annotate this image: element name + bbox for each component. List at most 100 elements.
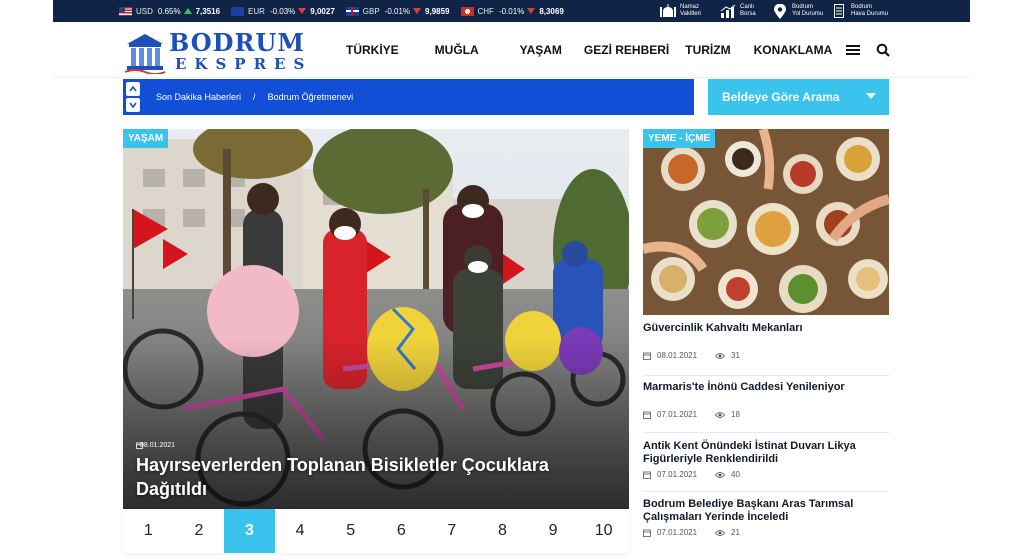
eye-icon bbox=[715, 411, 726, 418]
site-logo[interactable]: BODRUM EKSPRES bbox=[123, 28, 318, 76]
news-views: 40 bbox=[731, 470, 740, 479]
nav-item-yasam[interactable]: YAŞAM bbox=[520, 43, 562, 57]
prayer-times-link[interactable]: Namaz Vakitleri bbox=[660, 0, 701, 22]
breadcrumb-item[interactable]: Bodrum Öğretmenevi bbox=[268, 92, 354, 102]
ticker-percent: -0.01% bbox=[384, 6, 411, 16]
main-nav: TÜRKİYE MUĞLA YAŞAM GEZİ REHBERİ TURİZM … bbox=[346, 22, 832, 78]
side-news-item[interactable]: Bodrum Belediye Başkanı Aras Tarımsal Ça… bbox=[643, 498, 889, 546]
ticker-chf[interactable]: CHF -0.01% 8,3069 bbox=[460, 6, 564, 16]
eye-icon bbox=[715, 529, 726, 536]
chevron-up-icon[interactable] bbox=[126, 82, 140, 96]
eu-flag-icon bbox=[231, 6, 245, 16]
util-label: Bodrum bbox=[792, 4, 814, 10]
side-news-item[interactable]: Güvercinlik Kahvaltı Mekanları 08.01.202… bbox=[643, 322, 889, 376]
eye-icon bbox=[715, 352, 726, 359]
menu-icon[interactable] bbox=[844, 41, 862, 59]
news-views: 21 bbox=[731, 528, 740, 537]
chevron-down-icon[interactable] bbox=[126, 98, 140, 112]
region-search-dropdown[interactable]: Beldeye Göre Arama bbox=[708, 79, 889, 115]
page-button-9[interactable]: 9 bbox=[528, 509, 579, 553]
logo-emblem-icon bbox=[124, 34, 166, 74]
util-label: Vakitleri bbox=[680, 11, 701, 17]
hero-title[interactable]: Hayırseverlerden Toplanan Bisikletler Ço… bbox=[136, 453, 606, 501]
ticker-percent: -0.03% bbox=[269, 6, 296, 16]
news-title[interactable]: Marmaris'te İnönü Caddesi Yenileniyor bbox=[643, 381, 889, 394]
hero-date: 08.01.2021 bbox=[140, 442, 176, 449]
calendar-icon bbox=[643, 411, 651, 419]
ticker-percent: 0.65% bbox=[157, 6, 181, 16]
util-label: Bodrum bbox=[851, 4, 873, 10]
header-actions bbox=[832, 41, 892, 59]
calendar-icon bbox=[643, 352, 651, 360]
logo-text-top: BODRUM bbox=[169, 28, 305, 57]
page-button-1[interactable]: 1 bbox=[123, 509, 174, 553]
page-button-4[interactable]: 4 bbox=[275, 509, 326, 553]
arrow-down-icon bbox=[298, 8, 307, 14]
nav-item-mugla[interactable]: MUĞLA bbox=[435, 43, 479, 57]
live-market-link[interactable]: Canlı Borsa bbox=[720, 0, 756, 22]
food-table-image bbox=[643, 129, 889, 315]
category-badge[interactable]: YEME - İÇME bbox=[643, 129, 716, 148]
news-title[interactable]: Antik Kent Önündeki İstinat Duvarı Likya… bbox=[643, 440, 889, 466]
page-button-5[interactable]: 5 bbox=[325, 509, 376, 553]
featured-pagination: 1 2 3 4 5 6 7 8 9 10 bbox=[123, 509, 629, 553]
region-search-label: Beldeye Göre Arama bbox=[722, 90, 840, 104]
ticker-eur[interactable]: EUR -0.03% 9,0027 bbox=[231, 6, 335, 16]
ticker-code: GBP bbox=[362, 6, 380, 16]
nav-item-konaklama[interactable]: KONAKLAMA bbox=[754, 43, 833, 57]
nav-item-turkiye[interactable]: TÜRKİYE bbox=[346, 43, 399, 57]
arrow-up-icon bbox=[183, 8, 192, 14]
page: USD 0.65% 7,3516 EUR -0.03% 9,0027 GBP -… bbox=[0, 0, 1024, 560]
page-button-6[interactable]: 6 bbox=[376, 509, 427, 553]
side-featured-image[interactable]: YEME - İÇME bbox=[643, 129, 889, 315]
news-views: 31 bbox=[731, 351, 740, 360]
mosque-icon bbox=[660, 3, 676, 19]
ticker-value: 8,3069 bbox=[539, 6, 564, 16]
ticker-value: 9,9859 bbox=[425, 6, 450, 16]
featured-story-image bbox=[123, 129, 629, 509]
logo-text-bottom: EKSPRES bbox=[175, 55, 313, 73]
breadcrumb-separator: / bbox=[253, 92, 256, 102]
category-badge[interactable]: YAŞAM bbox=[123, 129, 169, 148]
location-pin-icon bbox=[772, 3, 788, 19]
ticker-value: 9,0027 bbox=[310, 6, 335, 16]
page-button-8[interactable]: 8 bbox=[477, 509, 528, 553]
side-news-item[interactable]: Antik Kent Önündeki İstinat Duvarı Likya… bbox=[643, 440, 889, 492]
ticker-gbp[interactable]: GBP -0.01% 9,9859 bbox=[345, 6, 450, 16]
ticker-code: CHF bbox=[477, 6, 494, 16]
ticker-value: 7,3516 bbox=[195, 6, 221, 16]
news-meta: 07.01.2021 18 bbox=[643, 410, 889, 419]
road-status-link[interactable]: Bodrum Yol Durumu bbox=[772, 0, 823, 22]
caret-down-icon bbox=[866, 93, 876, 99]
ticker-usd[interactable]: USD 0.65% 7,3516 bbox=[119, 6, 221, 16]
weather-icon bbox=[831, 3, 847, 19]
calendar-icon bbox=[136, 442, 143, 449]
news-date: 07.01.2021 bbox=[657, 410, 698, 419]
news-title[interactable]: Bodrum Belediye Başkanı Aras Tarımsal Ça… bbox=[643, 498, 889, 524]
site-header: BODRUM EKSPRES TÜRKİYE MUĞLA YAŞAM GEZİ … bbox=[53, 22, 970, 78]
news-date: 07.01.2021 bbox=[657, 528, 698, 537]
news-meta: 07.01.2021 40 bbox=[643, 470, 889, 479]
breadcrumb-item[interactable]: Son Dakika Haberleri bbox=[156, 92, 241, 102]
news-meta: 08.01.2021 31 bbox=[643, 351, 889, 360]
page-button-7[interactable]: 7 bbox=[427, 509, 478, 553]
util-label: Borsa bbox=[740, 11, 756, 17]
page-button-2[interactable]: 2 bbox=[174, 509, 225, 553]
side-news-item[interactable]: Marmaris'te İnönü Caddesi Yenileniyor 07… bbox=[643, 381, 889, 433]
featured-story[interactable]: YAŞAM 08.01.2021 Hayırseverlerden Toplan… bbox=[123, 129, 629, 509]
page-button-3[interactable]: 3 bbox=[224, 509, 275, 553]
hero-meta: 08.01.2021 bbox=[136, 442, 175, 449]
nav-item-turizm[interactable]: TURİZM bbox=[685, 43, 730, 57]
arrow-down-icon bbox=[413, 8, 422, 14]
page-button-10[interactable]: 10 bbox=[578, 509, 629, 553]
news-date: 07.01.2021 bbox=[657, 470, 698, 479]
weather-link[interactable]: Bodrum Hava Durumu bbox=[831, 0, 888, 22]
calendar-icon bbox=[643, 529, 651, 537]
search-icon[interactable] bbox=[874, 41, 892, 59]
gb-flag-icon bbox=[345, 6, 359, 16]
news-title[interactable]: Güvercinlik Kahvaltı Mekanları bbox=[643, 322, 889, 335]
ticker-percent: -0.01% bbox=[498, 6, 525, 16]
nav-item-gezi-rehberi[interactable]: GEZİ REHBERİ bbox=[584, 43, 669, 57]
us-flag-icon bbox=[119, 6, 132, 16]
news-views: 18 bbox=[731, 410, 740, 419]
